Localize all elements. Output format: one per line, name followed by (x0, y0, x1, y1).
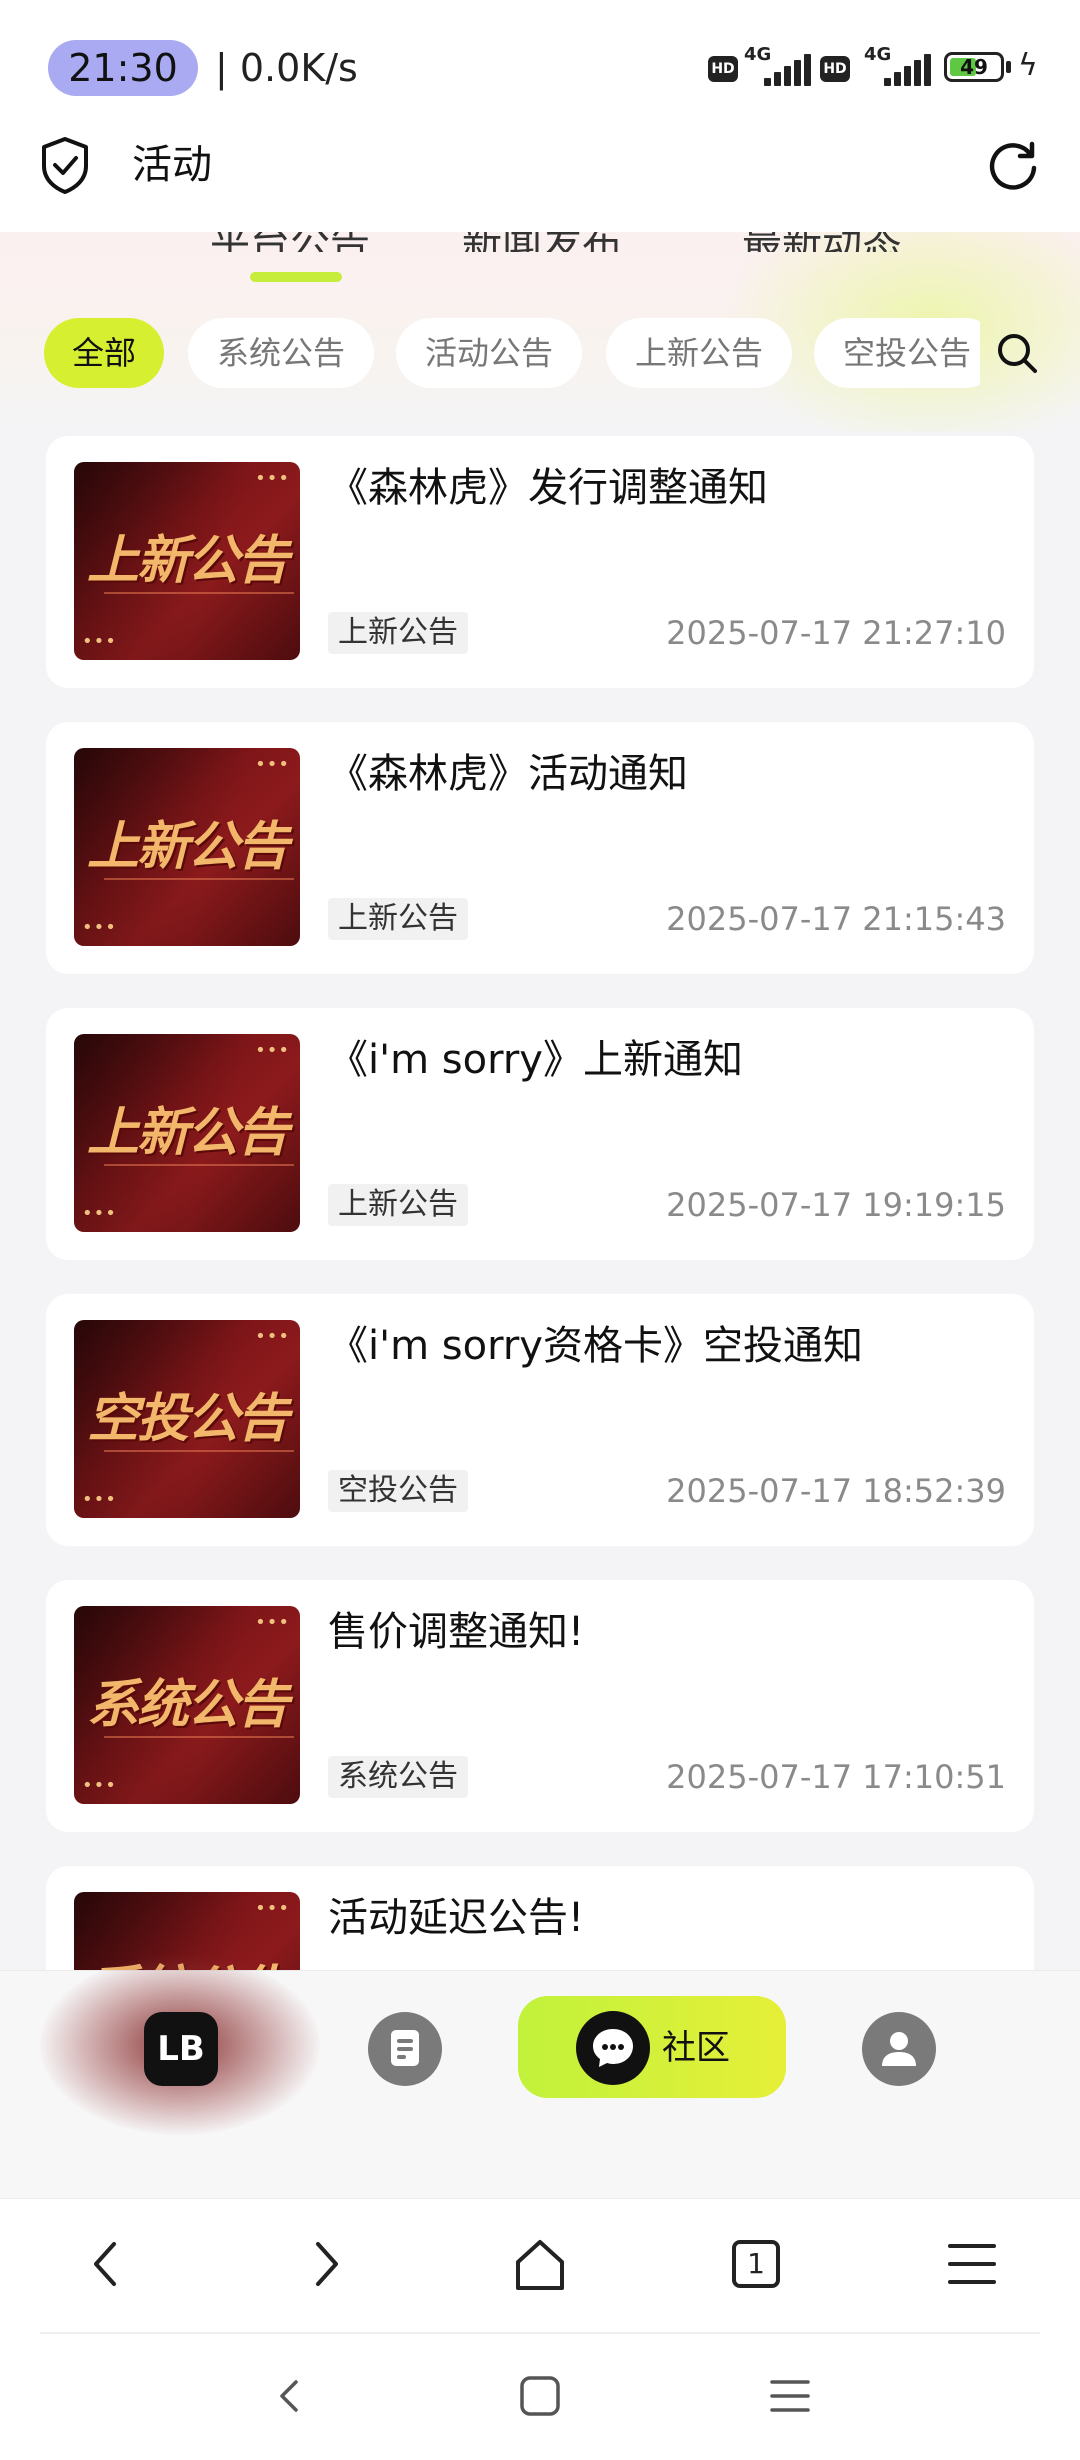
search-icon[interactable] (994, 330, 1040, 376)
announcement-card[interactable]: ••• ••• 空投公告 《i'm sorry资格卡》空投通知 空投公告 2025… (46, 1294, 1034, 1546)
hero-tab[interactable]: 最新动态 (742, 232, 902, 252)
announcement-time: 2025-07-17 17:10:51 (666, 1758, 1006, 1796)
hero-tabs: 平台公告 新闻发布 最新动态 (0, 232, 1080, 252)
announcement-thumbnail: •••••• 系统公告 (74, 1606, 300, 1804)
announcement-title: 售价调整通知! (328, 1609, 585, 1655)
refresh-icon[interactable] (986, 138, 1040, 192)
tabs-button[interactable]: 1 (724, 2232, 788, 2296)
page-title: 活动 (132, 142, 212, 188)
thumbnail-label: 上新公告 (86, 1103, 289, 1163)
announcement-card[interactable]: ••• ••• 上新公告 《i'm sorry》上新通知 上新公告 2025-07… (46, 1008, 1034, 1260)
announcement-tag: 上新公告 (328, 1184, 468, 1226)
announcement-thumbnail: ••• ••• 空投公告 (74, 1320, 300, 1518)
hero-tab[interactable]: 平台公告 (210, 232, 370, 252)
tab-community[interactable] (518, 1996, 786, 2098)
network-speed: | 0.0K/s (215, 46, 358, 90)
signal-1: HD 4G (708, 44, 811, 94)
battery-icon: 49 (944, 52, 1004, 82)
announcement-time: 2025-07-17 18:52:39 (666, 1472, 1006, 1510)
document-icon (391, 2030, 419, 2066)
forward-icon[interactable] (292, 2232, 356, 2296)
filter-chips: 全部 系统公告 活动公告 上新公告 空投公告 (44, 318, 980, 388)
announcement-thumbnail: ••• ••• 上新公告 (74, 748, 300, 946)
announcement-thumbnail: ••• ••• 上新公告 (74, 462, 300, 660)
shield-check-icon (42, 137, 88, 194)
signal-bars-icon (884, 54, 936, 86)
announcement-title: 《i'm sorry》上新通知 (328, 1037, 743, 1083)
thumbnail-label: 上新公告 (86, 531, 289, 591)
thumbnail-label: 上新公告 (86, 817, 289, 877)
chip-airdrop[interactable]: 空投公告 (814, 318, 980, 388)
chip-system[interactable]: 系统公告 (188, 318, 374, 388)
announcement-time: 2025-07-17 21:15:43 (666, 900, 1006, 938)
signal-2: HD 4G (820, 44, 931, 94)
active-tab-indicator (250, 272, 342, 282)
announcement-title: 《i'm sorry资格卡》空投通知 (328, 1323, 863, 1369)
hero-tab[interactable]: 新闻发布 (462, 232, 622, 252)
announcement-card[interactable]: ••• ••• 上新公告 《森林虎》活动通知 上新公告 2025-07-17 21… (46, 722, 1034, 974)
tab-home[interactable]: LB (144, 2012, 218, 2086)
announcement-time: 2025-07-17 21:27:10 (666, 614, 1006, 652)
signal-bars-icon (764, 54, 816, 86)
charging-icon: ϟ (1018, 48, 1038, 83)
home-icon[interactable] (508, 2232, 572, 2296)
status-time: 21:30 (48, 40, 198, 96)
announcement-tag: 空投公告 (328, 1470, 468, 1512)
announcement-thumbnail: ••• ••• 上新公告 (74, 1034, 300, 1232)
status-bar: 21:30 | 0.0K/s HD 4G HD 4G 49 ϟ (0, 0, 1080, 130)
tab-community-label: 社区 (662, 2028, 730, 2068)
chip-all[interactable]: 全部 (44, 318, 164, 388)
hd-icon: HD (708, 56, 738, 82)
thumbnail-label: 空投公告 (86, 1389, 289, 1449)
announcement-card[interactable]: ••• ••• 系统公告 售价调整通知! 系统公告 2025-07-17 17:1… (46, 1580, 1034, 1832)
announcement-tag: 上新公告 (328, 612, 468, 654)
announcement-title: 《森林虎》活动通知 (328, 751, 688, 797)
tab-count: 1 (732, 2240, 780, 2288)
back-icon[interactable] (76, 2232, 140, 2296)
system-back-icon[interactable] (264, 2370, 316, 2422)
announcement-tag: 上新公告 (328, 898, 468, 940)
system-recents-icon[interactable] (764, 2370, 816, 2422)
system-home-icon[interactable] (514, 2370, 566, 2422)
user-icon (882, 2032, 916, 2066)
announcement-title: 《森林虎》发行调整通知 (328, 465, 768, 511)
chip-activity[interactable]: 活动公告 (396, 318, 582, 388)
announcement-card[interactable]: ••• ••• 上新公告 《森林虎》发行调整通知 上新公告 2025-07-17 … (46, 436, 1034, 688)
announcement-time: 2025-07-17 19:19:15 (666, 1186, 1006, 1224)
tab-profile[interactable] (862, 2012, 936, 2086)
hd-icon: HD (820, 56, 850, 82)
menu-icon[interactable] (940, 2232, 1004, 2296)
battery-level: 49 (960, 55, 988, 79)
tab-notes[interactable] (368, 2012, 442, 2086)
chip-new[interactable]: 上新公告 (606, 318, 792, 388)
chat-bubble-icon (576, 2011, 650, 2085)
thumbnail-label: 系统公告 (86, 1675, 289, 1735)
announcement-title: 活动延迟公告! (328, 1895, 585, 1941)
announcement-tag: 系统公告 (328, 1756, 468, 1798)
